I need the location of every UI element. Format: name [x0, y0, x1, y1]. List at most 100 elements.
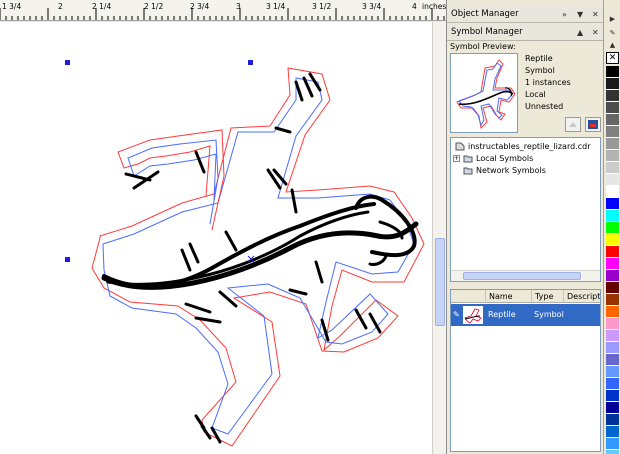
insert-icon: [569, 122, 577, 127]
lizard-toes: [124, 72, 382, 444]
color-swatch[interactable]: [606, 282, 619, 294]
color-swatch[interactable]: [606, 174, 619, 186]
horizontal-ruler[interactable]: 1 3/4 2 2 1/4 2 1/2 2 3/4 3 3 1/4 3 1/2 …: [0, 0, 446, 21]
folder-icon: [463, 155, 473, 162]
lizard-drawing[interactable]: [0, 22, 432, 454]
tree-item-network-symbols[interactable]: Network Symbols: [463, 164, 546, 176]
export-icon: [588, 120, 598, 129]
insert-symbol-button[interactable]: [565, 117, 581, 132]
ruler-label: 2 1/4: [92, 2, 112, 11]
expand-plus-icon[interactable]: +: [453, 154, 460, 162]
column-header-name[interactable]: Name: [485, 290, 531, 303]
color-swatch[interactable]: [606, 414, 619, 426]
color-swatch[interactable]: [606, 354, 619, 366]
expand-icon[interactable]: »: [562, 6, 567, 23]
palette-up-icon[interactable]: ▲: [607, 40, 618, 51]
symbol-preview: [450, 53, 518, 133]
color-swatch[interactable]: [606, 186, 619, 198]
app-window: 1 3/4 2 2 1/4 2 1/2 2 3/4 3 3 1/4 3 1/2 …: [0, 0, 620, 454]
table-row[interactable]: ✎ Reptile Symbol: [451, 304, 600, 326]
docker-panel: Object Manager » ▼ ✕ Symbol Manager ▲ ✕ …: [446, 0, 604, 454]
ruler-label: 3 1/4: [266, 2, 286, 11]
color-swatch[interactable]: [606, 366, 619, 378]
color-swatch[interactable]: [606, 198, 619, 210]
row-description: [563, 304, 566, 326]
color-swatch[interactable]: [606, 210, 619, 222]
color-swatch[interactable]: [606, 342, 619, 354]
color-swatch[interactable]: [606, 390, 619, 402]
tree-item-document[interactable]: instructables_reptile_lizard.cdr: [455, 140, 590, 152]
palette-scroll-up-icon[interactable]: ▶: [607, 14, 618, 25]
selection-handle[interactable]: [248, 60, 253, 65]
color-swatch[interactable]: [606, 126, 619, 138]
row-name: Reptile: [488, 310, 516, 319]
color-swatch[interactable]: [606, 222, 619, 234]
tree-item-label: Local Symbols: [476, 153, 534, 163]
edit-pencil-icon[interactable]: ✎: [453, 310, 460, 319]
selection-handle[interactable]: [65, 60, 70, 65]
tree-item-local-symbols[interactable]: + Local Symbols: [453, 152, 533, 164]
ruler-label: 4: [412, 2, 417, 11]
vertical-scrollbar[interactable]: [432, 22, 446, 454]
ruler-label: 2 1/2: [144, 2, 164, 11]
color-swatch[interactable]: [606, 246, 619, 258]
color-swatch[interactable]: [606, 114, 619, 126]
preview-label: Symbol Preview:: [450, 42, 516, 51]
color-swatch[interactable]: [606, 306, 619, 318]
color-swatch[interactable]: [606, 270, 619, 282]
close-icon[interactable]: ✕: [592, 6, 599, 23]
export-symbol-button[interactable]: [585, 117, 601, 132]
symbol-manager-header[interactable]: Symbol Manager ▲ ✕: [447, 24, 604, 41]
color-swatch[interactable]: [606, 402, 619, 414]
color-swatch[interactable]: [606, 234, 619, 246]
ruler-label: 2: [58, 2, 63, 11]
ruler-unit: inches: [422, 2, 446, 11]
tree-item-label: instructables_reptile_lizard.cdr: [468, 141, 591, 151]
color-swatch[interactable]: [606, 294, 619, 306]
symbol-name: Reptile: [525, 54, 553, 63]
collapse-icon[interactable]: ▲: [577, 24, 583, 41]
tree-horizontal-scrollbar[interactable]: [451, 270, 600, 281]
drawing-canvas[interactable]: [0, 22, 432, 454]
color-swatch[interactable]: [606, 438, 619, 450]
symbol-info: Reptile Symbol 1 instances Local Unneste…: [525, 53, 571, 113]
color-swatch[interactable]: [606, 102, 619, 114]
color-swatch[interactable]: [606, 330, 619, 342]
color-swatch[interactable]: [606, 66, 619, 78]
color-swatch[interactable]: [606, 318, 619, 330]
color-swatch[interactable]: [606, 78, 619, 90]
symbol-manager-title: Symbol Manager: [451, 27, 523, 37]
color-swatch[interactable]: [606, 162, 619, 174]
scroll-thumb[interactable]: [463, 272, 581, 280]
color-swatch[interactable]: [606, 426, 619, 438]
close-icon[interactable]: ✕: [592, 24, 599, 41]
symbol-library-tree[interactable]: instructables_reptile_lizard.cdr + Local…: [450, 137, 601, 282]
row-thumbnail-icon: [463, 306, 483, 324]
selection-handle[interactable]: [65, 257, 70, 262]
no-color-swatch[interactable]: ✕: [606, 52, 619, 64]
ruler-label: 3: [236, 2, 241, 11]
color-swatch[interactable]: [606, 258, 619, 270]
column-header-type[interactable]: Type: [531, 290, 563, 303]
ruler-label: 1 3/4: [2, 2, 22, 11]
ruler-label: 2 3/4: [190, 2, 210, 11]
ruler-label: 3 3/4: [362, 2, 382, 11]
symbol-table[interactable]: Name Type Description ✎ Reptile Symbol: [450, 289, 601, 452]
color-swatch[interactable]: [606, 90, 619, 102]
color-swatch[interactable]: [606, 150, 619, 162]
object-manager-header[interactable]: Object Manager » ▼ ✕: [447, 6, 604, 23]
document-icon: [455, 142, 465, 150]
row-type: Symbol: [534, 310, 564, 319]
color-swatch[interactable]: [606, 450, 619, 454]
palette-options-icon[interactable]: ✎: [607, 28, 618, 39]
symbol-scope: Local: [525, 90, 546, 99]
symbol-kind: Symbol: [525, 66, 555, 75]
table-header: Name Type Description: [451, 290, 600, 303]
ruler-label: 3 1/2: [312, 2, 332, 11]
dropdown-icon[interactable]: ▼: [577, 6, 583, 23]
color-swatch[interactable]: [606, 138, 619, 150]
object-manager-title: Object Manager: [451, 9, 519, 19]
scroll-thumb[interactable]: [435, 238, 445, 326]
column-header-description[interactable]: Description: [563, 290, 600, 303]
color-swatch[interactable]: [606, 378, 619, 390]
